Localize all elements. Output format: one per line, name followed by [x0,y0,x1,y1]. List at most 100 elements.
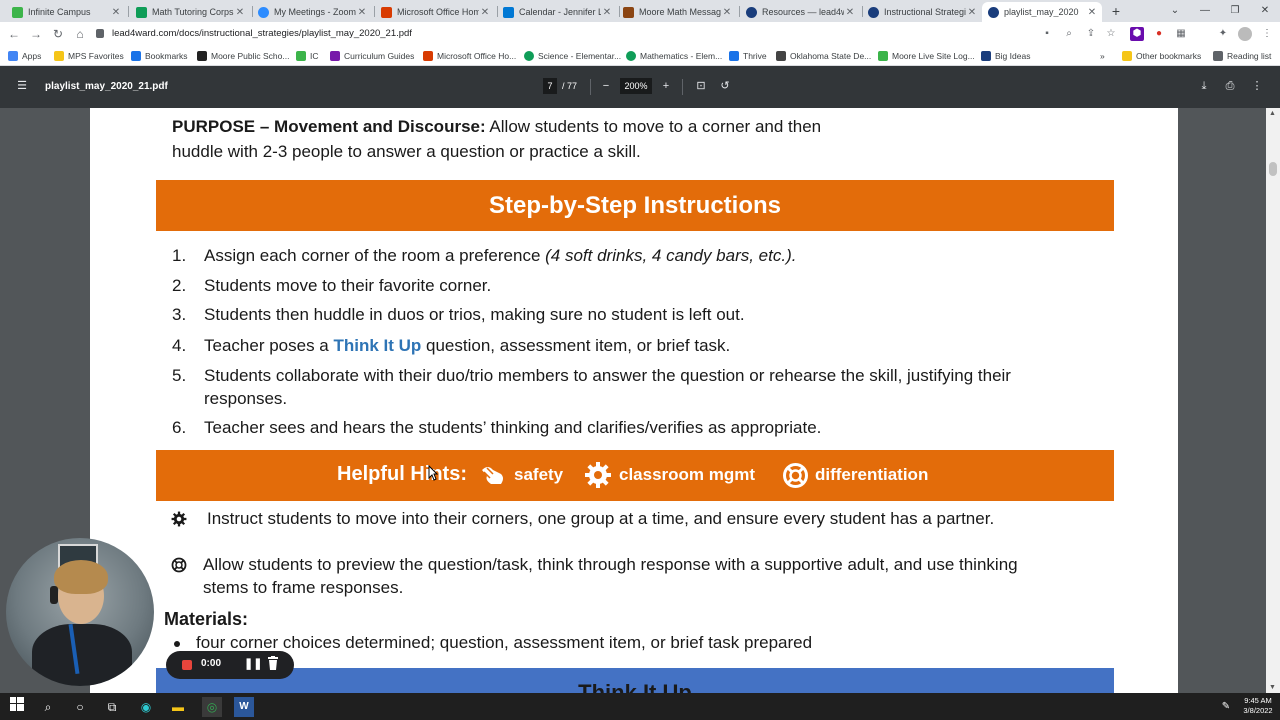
address-input[interactable]: lead4ward.com/docs/instructional_strateg… [96,25,1036,43]
edge-icon[interactable]: ◉ [136,697,156,717]
camera-icon[interactable]: ▪ [1040,27,1054,41]
tab-instructional[interactable]: Instructional Strategie ✕ [862,2,982,22]
menu-icon[interactable]: ⋮ [1260,27,1274,41]
pdf-filename: playlist_may_2020_21.pdf [45,81,168,92]
bookmark-mathematics[interactable]: Mathematics - Elem... [626,49,722,63]
scroll-thumb[interactable] [1269,162,1277,176]
new-tab-button[interactable]: + [1108,3,1124,19]
hamburger-menu-icon[interactable]: ☰ [15,79,29,93]
onenote-icon [330,51,340,61]
fit-page-icon[interactable]: ⊡ [694,79,708,93]
bookmark-big-ideas[interactable]: Big Ideas [981,49,1030,63]
puzzle-icon[interactable]: ✦ [1216,27,1230,41]
zoom-in-icon[interactable]: + [659,79,673,93]
more-options-icon[interactable]: ⋮ [1250,79,1264,93]
globe-icon [524,51,534,61]
network-icon[interactable]: ✎ [1216,697,1236,717]
close-icon[interactable]: ✕ [844,7,856,18]
forward-button[interactable]: → [28,26,44,42]
tab-infinite-campus[interactable]: Infinite Campus ✕ [6,2,126,22]
extension-icon[interactable]: ⬢ [1130,27,1144,41]
trash-icon[interactable] [268,656,278,670]
avatar[interactable] [1238,27,1252,41]
bookmark-bookmarks[interactable]: Bookmarks [131,49,188,63]
bookmark-reading-list[interactable]: Reading list [1213,49,1271,63]
rotate-icon[interactable]: ↺ [718,79,732,93]
restore-button[interactable]: ❐ [1220,0,1250,22]
minimize-button[interactable]: — [1190,0,1220,22]
hint-mgmt-label: classroom mgmt [619,465,756,484]
close-icon[interactable]: ✕ [234,7,246,18]
close-window-button[interactable]: ✕ [1250,0,1280,22]
presenter-body [32,624,132,686]
stop-record-button[interactable] [182,660,192,670]
window-controls: ⌄ — ❐ ✕ [1160,0,1280,22]
tab-moore-math[interactable]: Moore Math Message ✕ [617,2,737,22]
pdf-page: PURPOSE – Movement and Discourse: Allow … [90,108,1178,693]
materials-item: four corner choices determined; question… [196,633,813,652]
print-icon[interactable]: ⎙ [1223,79,1237,93]
close-icon[interactable]: ✕ [721,7,733,18]
share-icon[interactable]: ⇪ [1084,27,1098,41]
page-number-input[interactable]: 7 [543,78,557,94]
bookmark-oklahoma[interactable]: Oklahoma State De... [776,49,871,63]
reload-button[interactable]: ↻ [50,26,66,42]
more-bookmarks-icon[interactable]: » [1100,49,1105,63]
clock[interactable]: 9:45 AM 3/8/2022 [1238,696,1278,716]
bookmark-curriculum[interactable]: Curriculum Guides [330,49,414,63]
bookmark-apps[interactable]: Apps [8,49,41,63]
bookmark-moore-live[interactable]: Moore Live Site Log... [878,49,975,63]
close-icon[interactable]: ✕ [356,7,368,18]
bookmark-thrive[interactable]: Thrive [729,49,767,63]
bookmark-moore-public[interactable]: Moore Public Scho... [197,49,289,63]
close-icon[interactable]: ✕ [110,7,122,18]
back-button[interactable]: ← [6,26,22,42]
cortana-icon[interactable]: ○ [70,697,90,717]
bookmark-other[interactable]: Other bookmarks [1122,49,1201,63]
tab-office[interactable]: Microsoft Office Home ✕ [375,2,495,22]
task-view-icon[interactable]: ⧉ [102,697,122,717]
zoom-out-icon[interactable]: − [599,79,613,93]
star-icon[interactable]: ☆ [1104,27,1118,41]
page-scrollbar[interactable]: ▲ ▼ [1266,108,1280,693]
windows-start-icon[interactable] [7,697,27,717]
home-button[interactable]: ⌂ [72,26,88,42]
oklahoma-icon [776,51,786,61]
close-icon[interactable]: ✕ [601,7,613,18]
extension-icon[interactable]: ● [1152,27,1166,41]
step-number: 6. [172,418,187,437]
tab-playlist-active[interactable]: playlist_may_2020 ✕ [982,2,1102,22]
lifebuoy-icon [782,462,809,489]
clock-time: 9:45 AM [1244,696,1272,705]
bookmark-office[interactable]: Microsoft Office Ho... [423,49,516,63]
word-icon[interactable]: W [234,697,254,717]
download-icon[interactable]: ⤓ [1197,79,1211,93]
tab-resources[interactable]: Resources — lead4wan ✕ [740,2,860,22]
search-icon[interactable]: ⌕ [38,697,58,717]
bookmark-ic[interactable]: IC [296,49,319,63]
close-icon[interactable]: ✕ [479,7,491,18]
tab-zoom[interactable]: My Meetings - Zoom ✕ [252,2,372,22]
step-text: Teacher poses a Think It Up question, as… [204,336,731,355]
tab-calendar[interactable]: Calendar - Jennifer Lo ✕ [497,2,617,22]
bookmark-mps-favorites[interactable]: MPS Favorites [54,49,124,63]
chrome-icon[interactable]: ◎ [202,697,222,717]
pause-button[interactable]: ❚❚ [244,657,262,670]
bookmark-science[interactable]: Science - Elementar... [524,49,621,63]
extension-icon[interactable]: ▦ [1174,27,1188,41]
tab-math-tutoring[interactable]: Math Tutoring Corps - ✕ [130,2,250,22]
gear-icon [171,511,187,527]
clock-date: 3/8/2022 [1243,706,1273,715]
scroll-up-icon[interactable]: ▲ [1269,110,1276,117]
bullet [174,641,180,647]
zoom-input[interactable]: 200% [620,78,652,94]
tab-search-icon[interactable]: ⌄ [1160,0,1190,22]
think-it-up-link[interactable]: Think It Up [333,336,421,355]
scroll-down-icon[interactable]: ▼ [1269,684,1276,691]
zoom-icon[interactable]: ⌕ [1062,27,1076,41]
infinite-campus-icon [878,51,888,61]
close-icon[interactable]: ✕ [1086,7,1098,18]
file-explorer-icon[interactable]: ▬ [168,697,188,717]
close-icon[interactable]: ✕ [966,7,978,18]
step-number: 4. [172,336,187,355]
